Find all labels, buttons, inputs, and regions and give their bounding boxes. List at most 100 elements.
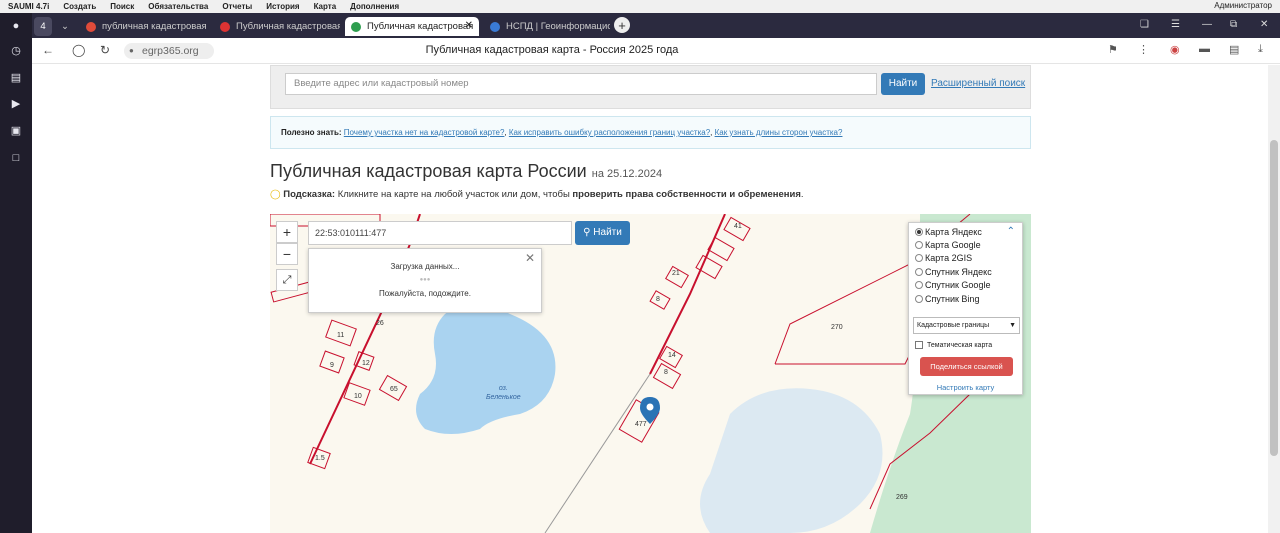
parcel-label: 41 <box>734 223 742 230</box>
menu-icon[interactable]: ☰ <box>1171 19 1180 30</box>
search-button[interactable]: Найти <box>881 73 925 95</box>
menu-search[interactable]: Поиск <box>110 2 134 11</box>
menu-history[interactable]: История <box>266 2 299 11</box>
tab-list-icon[interactable]: ❏ <box>1140 19 1149 30</box>
tip-label: Полезно знать: <box>281 128 342 137</box>
screenshot-icon[interactable]: □ <box>9 151 23 165</box>
layer-panel: ⌃ Карта Яндекс Карта Google Карта 2GIS С… <box>908 222 1023 395</box>
tip-box: Полезно знать: Почему участка нет на кад… <box>270 116 1031 149</box>
radio-icon <box>915 295 923 303</box>
radio-icon <box>915 228 923 236</box>
parcel-label: 9 <box>330 362 334 369</box>
parcel-label: 270 <box>831 324 843 331</box>
radio-icon <box>915 268 923 276</box>
menu-reports[interactable]: Отчеты <box>222 2 252 11</box>
minimize-icon[interactable]: — <box>1202 19 1212 30</box>
cadastral-number-input[interactable]: 22:53:010111:477 <box>308 221 572 245</box>
page-heading: Публичная кадастровая карта России на 25… <box>270 161 662 182</box>
history-icon[interactable]: ◷ <box>9 44 23 58</box>
tab-1[interactable]: публичная кадастровая к <box>80 17 206 36</box>
new-tab-icon[interactable]: + <box>614 17 630 33</box>
tab-3-favicon <box>351 21 361 32</box>
hint-text: Кликните на карте на любой участок или д… <box>337 189 570 200</box>
thematic-label: Тематическая карта <box>927 341 993 349</box>
lightbulb-icon: ◯ <box>270 189 281 200</box>
menu-obligations[interactable]: Обязательства <box>148 2 208 11</box>
parcel-label: 1.5 <box>315 455 325 462</box>
configure-map-link[interactable]: Настроить карту <box>909 383 1022 392</box>
parcel-label: 10 <box>354 393 362 400</box>
parcel-label: 269 <box>896 494 908 501</box>
layer-option[interactable]: Спутник Яндекс <box>915 267 992 277</box>
loading-popup: ✕ Загрузка данных... ●●● Пожалуйста, под… <box>308 248 542 313</box>
page-title: Публичная кадастровая карта - Россия 202… <box>425 44 679 56</box>
parcel-label: 8 <box>656 296 660 303</box>
map-find-button[interactable]: ⚲ Найти <box>575 221 630 245</box>
tab-3-label: Публичная кадастровая <box>367 21 474 32</box>
tab-4-label: НСПД | Геоинформацион <box>506 21 610 32</box>
video-icon[interactable]: ▶ <box>9 97 23 111</box>
cadastral-map[interactable]: оз. Беленькое 41 21 8 14 8 477 11 9 12 1… <box>270 214 1031 533</box>
layer-option[interactable]: Спутник Bing <box>915 294 979 304</box>
profile-icon[interactable]: ● <box>9 19 23 33</box>
parcel-label: 12 <box>362 360 370 367</box>
layer-option[interactable]: Спутник Google <box>915 280 990 290</box>
advanced-search-link[interactable]: Расширенный поиск <box>931 78 1025 89</box>
notes-icon[interactable]: ▤ <box>9 71 23 85</box>
menu-map[interactable]: Карта <box>314 2 337 11</box>
window-close-icon[interactable]: ✕ <box>1260 19 1268 30</box>
share-link-button[interactable]: Поделиться ссылкой <box>920 357 1013 376</box>
layer-option[interactable]: Карта 2GIS <box>915 253 972 263</box>
menu-create[interactable]: Создать <box>63 2 96 11</box>
tab-4[interactable]: НСПД | Геоинформацион <box>484 17 610 36</box>
os-menubar: SAUMI 4.7i Создать Поиск Обязательства О… <box>0 0 1280 13</box>
tip-link-1[interactable]: Почему участка нет на кадастровой карте? <box>344 128 505 137</box>
browser-sidebar: ● ◷ ▤ ▶ ▣ □ <box>0 13 32 533</box>
calendar-icon[interactable]: ▣ <box>9 124 23 138</box>
extension-icon[interactable]: ◉ <box>1170 43 1180 56</box>
map-find-label: Найти <box>593 227 622 238</box>
tab-bar: 4 ⌄ публичная кадастровая к Публичная ка… <box>32 13 1280 38</box>
web-page: Введите адрес или кадастровый номер Найт… <box>32 65 1268 533</box>
menu-app-name[interactable]: SAUMI 4.7i <box>8 2 49 11</box>
hint-end: . <box>800 189 804 200</box>
heading-title: Публичная кадастровая карта России <box>270 161 587 181</box>
chevron-up-icon[interactable]: ⌃ <box>1007 226 1015 237</box>
search-input[interactable]: Введите адрес или кадастровый номер <box>285 73 877 95</box>
tip-link-2[interactable]: Как исправить ошибку расположения границ… <box>509 128 710 137</box>
wallet-icon[interactable]: ▤ <box>1229 43 1239 56</box>
search-icon: ⚲ <box>583 227 591 238</box>
extension-2-icon[interactable]: ▬ <box>1199 43 1210 55</box>
hint-label: Подсказка: <box>283 189 336 200</box>
overlay-select-value: Кадастровые границы <box>917 322 990 329</box>
fullscreen-icon[interactable]: ⤢ <box>276 269 298 291</box>
overlay-select[interactable]: Кадастровые границы ▼ <box>913 317 1020 334</box>
more-icon[interactable]: ⋮ <box>1138 43 1149 56</box>
zoom-out-button[interactable]: − <box>276 243 298 265</box>
checkbox-icon <box>915 341 923 349</box>
chevron-down-icon: ▼ <box>1009 322 1016 329</box>
radio-icon <box>915 281 923 289</box>
bookmark-icon[interactable]: ⚑ <box>1108 43 1118 56</box>
chevron-down-icon[interactable]: ⌄ <box>57 17 73 36</box>
restore-icon[interactable]: ⧉ <box>1230 19 1237 30</box>
download-icon[interactable]: ⤓ <box>1258 43 1263 56</box>
close-icon[interactable]: ✕ <box>465 20 473 31</box>
parcel-label: 11 <box>337 332 345 339</box>
thematic-checkbox-row[interactable]: Тематическая карта <box>915 341 992 349</box>
tab-2[interactable]: Публичная кадастровая <box>214 17 340 36</box>
menu-addons[interactable]: Дополнения <box>350 2 399 11</box>
tip-link-3[interactable]: Как узнать длины сторон участка? <box>715 128 843 137</box>
zoom-in-button[interactable]: + <box>276 221 298 243</box>
page-scrollbar[interactable] <box>1268 65 1280 533</box>
parcel-label: 8 <box>664 369 668 376</box>
layer-option[interactable]: Карта Яндекс <box>915 227 982 237</box>
scrollbar-thumb[interactable] <box>1270 140 1278 456</box>
tab-3[interactable]: Публичная кадастровая ✕ <box>345 17 479 36</box>
tab-counter[interactable]: 4 <box>34 17 52 36</box>
layer-option[interactable]: Карта Google <box>915 240 981 250</box>
radio-icon <box>915 254 923 262</box>
lake-east <box>700 388 883 533</box>
lake-label: оз. Беленькое <box>486 385 521 401</box>
tab-2-label: Публичная кадастровая <box>236 21 340 32</box>
